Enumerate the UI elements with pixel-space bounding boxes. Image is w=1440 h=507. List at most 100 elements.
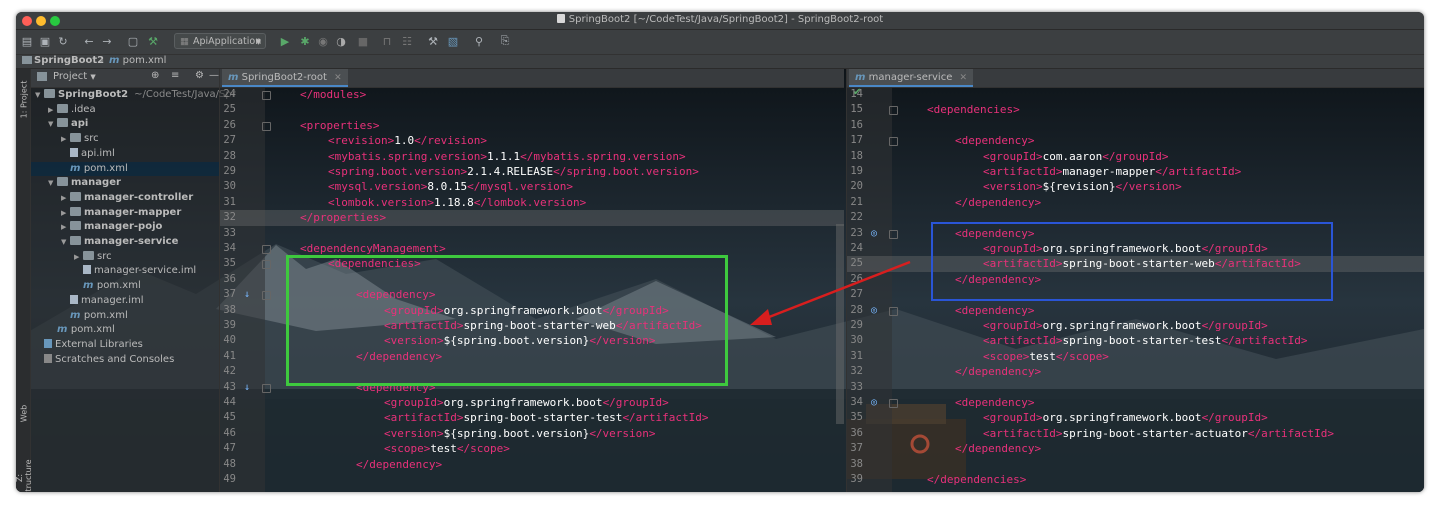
collapsed-arrow-icon[interactable]: ▶ xyxy=(61,132,70,147)
fold-marker-icon[interactable] xyxy=(262,245,271,254)
line-number[interactable]: 28 xyxy=(220,149,236,164)
line-number[interactable]: 26 xyxy=(220,118,236,133)
tree-item[interactable]: ▶ manager-pojo xyxy=(31,220,219,235)
line-number[interactable]: 27 xyxy=(220,133,236,148)
tree-item[interactable]: ▶ src xyxy=(31,250,219,265)
line-number[interactable]: 24 xyxy=(847,241,863,256)
sync-icon[interactable]: ↻ xyxy=(56,34,70,48)
tree-item[interactable]: ▼ api xyxy=(31,117,219,132)
tree-item[interactable]: ▼ manager-service xyxy=(31,235,219,250)
ant-icon[interactable]: ☷ xyxy=(400,34,414,48)
line-number[interactable]: 49 xyxy=(220,472,236,487)
tree-item[interactable]: ▶ .idea xyxy=(31,103,219,118)
line-number[interactable]: 29 xyxy=(220,164,236,179)
tree-item[interactable]: manager.iml xyxy=(31,294,219,309)
override-icon[interactable]: ◎ xyxy=(871,226,877,241)
debug-icon[interactable]: ✱ xyxy=(298,34,312,48)
line-number[interactable]: 32 xyxy=(220,210,236,225)
line-number[interactable]: 46 xyxy=(220,426,236,441)
fold-marker-icon[interactable] xyxy=(889,137,898,147)
collapse-all-icon[interactable]: ≡ xyxy=(171,70,179,81)
fold-marker-icon[interactable] xyxy=(262,121,271,131)
collapsed-arrow-icon[interactable]: ▶ xyxy=(61,220,70,235)
line-number[interactable]: 30 xyxy=(847,333,863,348)
tree-item[interactable]: api.iml xyxy=(31,147,219,162)
line-number[interactable]: 30 xyxy=(220,179,236,194)
tree-item[interactable]: ▶ manager-mapper xyxy=(31,206,219,221)
line-number[interactable]: 41 xyxy=(220,349,236,364)
line-number[interactable]: 36 xyxy=(847,426,863,441)
build-icon[interactable]: ⚒ xyxy=(146,34,160,48)
tree-item[interactable]: manager-service.iml xyxy=(31,264,219,279)
collapsed-arrow-icon[interactable]: ▶ xyxy=(61,206,70,221)
line-number[interactable]: 39 xyxy=(847,472,863,487)
line-number[interactable]: 29 xyxy=(847,318,863,333)
breadcrumb-project[interactable]: SpringBoot2 xyxy=(22,55,104,66)
line-number[interactable]: 20 xyxy=(847,179,863,194)
fold-marker-icon[interactable] xyxy=(889,399,898,408)
close-icon[interactable]: ✕ xyxy=(334,73,342,83)
line-number[interactable]: 34 xyxy=(220,241,236,256)
fold-marker-icon[interactable] xyxy=(889,306,898,316)
coverage-icon[interactable]: ◉ xyxy=(316,34,330,48)
locate-icon[interactable]: ⊕ xyxy=(151,70,159,81)
line-number[interactable]: 37 xyxy=(847,441,863,456)
fold-marker-icon[interactable] xyxy=(262,91,271,100)
line-number[interactable]: 26 xyxy=(847,272,863,287)
collapsed-arrow-icon[interactable]: ▶ xyxy=(61,191,70,206)
tree-item[interactable]: External Libraries xyxy=(31,338,219,353)
hide-panel-icon[interactable]: — xyxy=(209,70,219,81)
implemented-icon[interactable]: ↓ xyxy=(244,380,250,395)
expanded-arrow-icon[interactable]: ▼ xyxy=(61,235,70,250)
web-tool-button[interactable]: Web xyxy=(20,394,29,434)
editor-left-scrollbar[interactable] xyxy=(836,224,844,424)
wrench-icon[interactable]: ⚒ xyxy=(426,34,440,48)
tree-item[interactable]: m pom.xml xyxy=(31,161,219,177)
tree-item[interactable]: m pom.xml xyxy=(31,323,219,338)
line-number[interactable]: 42 xyxy=(220,364,236,379)
collapsed-arrow-icon[interactable]: ▶ xyxy=(48,103,57,118)
line-number[interactable]: 18 xyxy=(847,149,863,164)
tab-springboot2-root[interactable]: m SpringBoot2-root ✕ xyxy=(222,69,348,87)
folder-open-icon[interactable]: ▤ xyxy=(20,34,34,48)
line-number[interactable]: 34 xyxy=(847,395,863,410)
line-number[interactable]: 45 xyxy=(220,410,236,425)
line-number[interactable]: 35 xyxy=(220,256,236,271)
override-icon[interactable]: ◎ xyxy=(871,303,877,318)
line-number[interactable]: 17 xyxy=(847,133,863,148)
fold-marker-icon[interactable] xyxy=(889,106,898,116)
line-number[interactable]: 23 xyxy=(847,226,863,241)
project-tool-button[interactable]: 1: Project xyxy=(20,80,29,120)
line-number[interactable]: 15 xyxy=(847,102,863,117)
tab-manager-service[interactable]: m manager-service ✕ xyxy=(849,69,974,87)
tree-item[interactable]: ▶ manager-controller xyxy=(31,191,219,206)
line-number[interactable]: 38 xyxy=(847,457,863,472)
line-number[interactable]: 35 xyxy=(847,410,863,425)
line-number[interactable]: 39 xyxy=(220,318,236,333)
override-icon[interactable]: ◎ xyxy=(871,395,877,410)
line-number[interactable]: 36 xyxy=(220,272,236,287)
line-number[interactable]: 21 xyxy=(847,195,863,210)
attach-icon[interactable]: ⊓ xyxy=(380,34,394,48)
line-number[interactable]: 38 xyxy=(220,303,236,318)
fold-marker-icon[interactable] xyxy=(262,291,271,301)
forward-icon[interactable]: → xyxy=(100,34,114,48)
sdk-icon[interactable]: ▧ xyxy=(446,34,460,48)
line-number[interactable]: 27 xyxy=(847,287,863,302)
line-number[interactable]: 16 xyxy=(847,118,863,133)
line-number[interactable]: 31 xyxy=(847,349,863,364)
line-number[interactable]: 32 xyxy=(847,364,863,379)
line-number[interactable]: 44 xyxy=(220,395,236,410)
breadcrumb-file[interactable]: m pom.xml xyxy=(109,55,166,66)
line-number[interactable]: 22 xyxy=(847,210,863,225)
project-view-select[interactable]: Project ▼ xyxy=(53,71,96,82)
gear-icon[interactable]: ⚙ xyxy=(195,70,204,81)
line-number[interactable]: 40 xyxy=(220,333,236,348)
save-icon[interactable]: ▣ xyxy=(38,34,52,48)
profile-icon[interactable]: ◑ xyxy=(334,34,348,48)
line-number[interactable]: 19 xyxy=(847,164,863,179)
expanded-arrow-icon[interactable]: ▼ xyxy=(48,176,57,191)
line-number[interactable]: 25 xyxy=(847,256,863,271)
run-configuration-select[interactable]: ▦ ApiApplication ▼ xyxy=(174,33,266,49)
run-icon[interactable]: ▶ xyxy=(278,34,292,48)
